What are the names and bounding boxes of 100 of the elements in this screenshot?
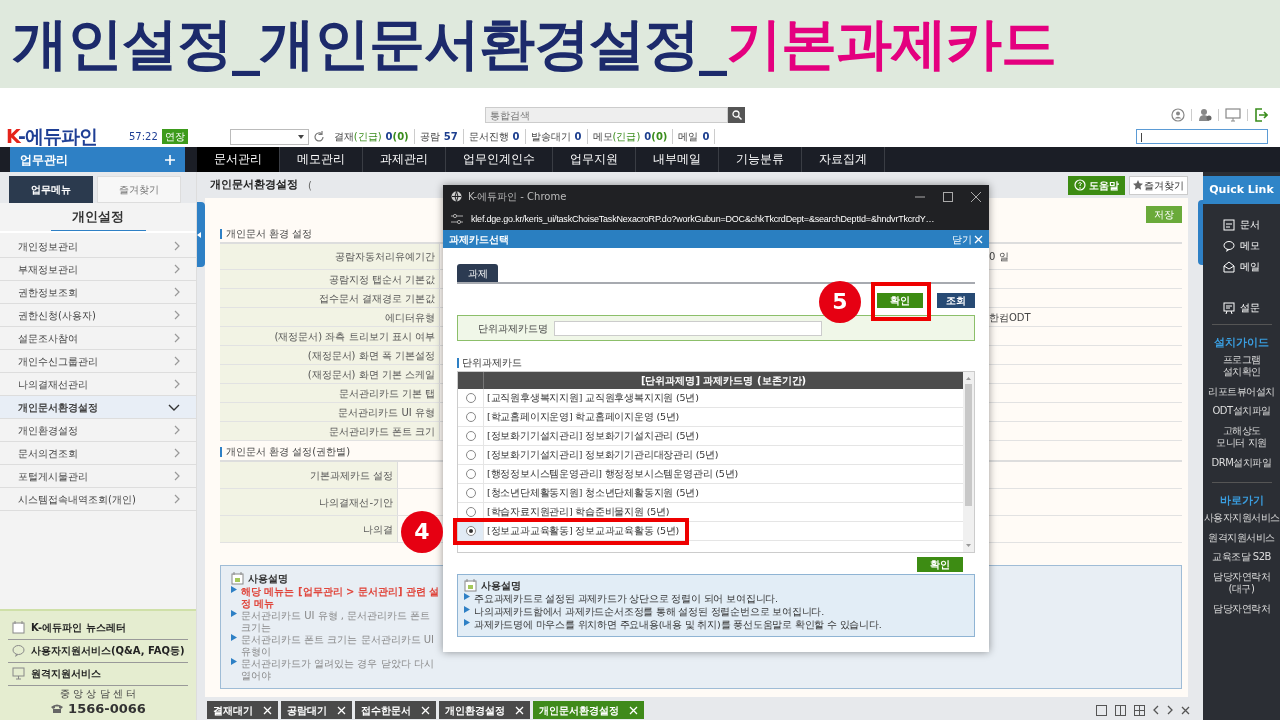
quick-link-item[interactable]: 설문 bbox=[1223, 297, 1260, 318]
split-pane-icon[interactable] bbox=[1115, 704, 1126, 716]
counter-value[interactable]: 0(0) bbox=[644, 131, 668, 142]
bottom-tab[interactable]: 결재대기 bbox=[207, 701, 278, 719]
field-label: 에디터유형 bbox=[220, 308, 440, 326]
radio-button[interactable] bbox=[465, 393, 476, 403]
refresh-icon[interactable] bbox=[312, 130, 325, 143]
usage-text: 해당 메뉴는 [업무관리 > 문서관리] 관련 설정 메뉴 bbox=[241, 586, 441, 610]
user-settings-icon[interactable] bbox=[1198, 108, 1212, 122]
sidebar-item[interactable]: 권한정보조회 bbox=[0, 281, 196, 304]
radio-button[interactable] bbox=[465, 469, 476, 479]
bottom-tab[interactable]: 접수한문서 bbox=[355, 701, 436, 719]
sidebar-link[interactable]: 원격지원서비스 bbox=[8, 662, 188, 686]
table-cell-text: [청소년단체활동지원] 청소년단체활동지원 (5년) bbox=[486, 485, 699, 500]
field-label: 나의결 bbox=[220, 516, 398, 542]
quick-link-item[interactable]: 담당자연락처 bbox=[1213, 602, 1270, 615]
text-input[interactable]: | bbox=[1136, 129, 1268, 144]
sidebar-item[interactable]: 개인정보관리 bbox=[0, 235, 196, 258]
sidebar-item[interactable]: 개인수신그룹관리 bbox=[0, 350, 196, 373]
counter-label[interactable]: 메일 bbox=[678, 131, 699, 142]
radio-button[interactable] bbox=[465, 450, 476, 460]
close-icon[interactable] bbox=[971, 191, 981, 202]
quick-link-item[interactable]: 프로그램 설치확인 bbox=[1222, 353, 1261, 379]
usage-text: 과제카드명에 마우스를 위치하면 주요내용(내용 및 취지)를 풍선도움말로 확인할 수 있습니다. bbox=[474, 618, 882, 632]
sidebar-link[interactable]: K-에듀파인 뉴스레터 bbox=[8, 616, 188, 640]
counter-label[interactable]: 공람 bbox=[419, 131, 440, 142]
counter-label[interactable]: 메모(긴급) bbox=[592, 131, 641, 142]
quick-link-item[interactable]: 메모 bbox=[1223, 235, 1260, 256]
sidebar-item[interactable]: 개인문서환경설정 bbox=[0, 396, 196, 419]
counter-value[interactable]: 57 bbox=[443, 131, 458, 142]
dialog-tab[interactable]: 과제 bbox=[457, 264, 498, 282]
user-search-icon[interactable] bbox=[1171, 108, 1185, 122]
quick-link-item[interactable]: 담당자연락처 (대구) bbox=[1213, 570, 1270, 596]
sidebar-item[interactable]: 부재정보관리 bbox=[0, 258, 196, 281]
quick-link-item[interactable]: 메일 bbox=[1223, 256, 1260, 277]
quick-link-item[interactable]: 고해상도 모니터 지원 bbox=[1216, 424, 1267, 450]
sidebar-link[interactable]: 사용자지원서비스(Q&A, FAQ등) bbox=[8, 639, 188, 663]
radio-button[interactable] bbox=[465, 488, 476, 498]
sidebar-item[interactable]: 시스템접속내역조회(개인) bbox=[0, 488, 196, 511]
table-cell-text: [교직원후생복지지원] 교직원후생복지지원 (5년) bbox=[486, 390, 699, 405]
counter-label[interactable]: 결재(긴급) bbox=[333, 131, 382, 142]
counter-value[interactable]: 0 bbox=[512, 131, 520, 142]
quick-link-item[interactable]: 문서 bbox=[1223, 214, 1260, 235]
sidebar-item[interactable]: 권한신청(사용자) bbox=[0, 304, 196, 327]
radio-button[interactable] bbox=[465, 507, 476, 517]
sidebar-item[interactable]: 문서의견조회 bbox=[0, 442, 196, 465]
arrow-left-icon[interactable] bbox=[1153, 705, 1159, 715]
counter-value[interactable]: 0(0) bbox=[385, 131, 409, 142]
counter-value[interactable]: 0 bbox=[574, 131, 582, 142]
menu-button[interactable]: 업무관리 bbox=[10, 147, 185, 172]
maximize-icon[interactable] bbox=[943, 191, 953, 202]
monitor-icon[interactable] bbox=[1225, 108, 1241, 122]
grid-icon[interactable] bbox=[1134, 704, 1145, 716]
bottom-tab[interactable]: 개인환경설정 bbox=[439, 701, 530, 719]
search-field[interactable]: 통합검색 bbox=[485, 107, 728, 123]
bottom-tab[interactable]: 공람대기 bbox=[281, 701, 352, 719]
quick-link-item[interactable]: 리포트뷰어설치 bbox=[1208, 385, 1275, 399]
arrow-right-icon[interactable] bbox=[1167, 705, 1173, 715]
logo[interactable]: K-에듀파인 bbox=[6, 127, 97, 146]
nav-menu-item[interactable]: 문서관리 bbox=[197, 147, 280, 172]
favorite-button[interactable]: 즐겨찾기 bbox=[1129, 175, 1188, 195]
collapse-handle[interactable] bbox=[197, 202, 205, 267]
sidebar-tab[interactable]: 업무메뉴 bbox=[9, 176, 93, 203]
radio-button[interactable] bbox=[465, 526, 476, 536]
counter-label[interactable]: 발송대기 bbox=[530, 131, 571, 142]
close-icon[interactable] bbox=[1181, 705, 1190, 715]
field-label: 문서관리카드 기본 탭 bbox=[220, 384, 440, 402]
quick-link-item[interactable]: DRM설치파일 bbox=[1211, 456, 1272, 470]
counter-value[interactable]: 0 bbox=[702, 131, 710, 142]
chevron-right-icon bbox=[173, 287, 180, 297]
text-input[interactable] bbox=[554, 320, 822, 336]
logout-icon[interactable] bbox=[1254, 108, 1268, 122]
sidebar-item[interactable]: 포털게시물관리 bbox=[0, 465, 196, 488]
bottom-tab[interactable]: 개인문서환경설정 bbox=[533, 701, 644, 719]
sidebar-tab[interactable]: 즐겨찾기 bbox=[97, 176, 181, 203]
radio-button[interactable] bbox=[465, 412, 476, 422]
sidebar-item[interactable]: 설문조사참여 bbox=[0, 327, 196, 350]
sidebar-item[interactable]: 개인환경설정 bbox=[0, 419, 196, 442]
usage-text: 주요과제카드로 설정된 과제카드가 상단으로 정렬이 되어 보여집니다. bbox=[474, 593, 778, 606]
site-settings-icon[interactable] bbox=[451, 214, 463, 224]
radio-button[interactable] bbox=[465, 431, 476, 441]
quick-link-item[interactable]: 교육조달 S2B bbox=[1212, 551, 1271, 564]
search-button[interactable] bbox=[728, 107, 745, 123]
highlight-frame bbox=[871, 282, 931, 321]
field-label: 나의결재선-기안 bbox=[220, 489, 398, 515]
calendar-icon bbox=[231, 572, 244, 585]
extend-badge[interactable]: 연장 bbox=[161, 129, 188, 144]
calendar-icon bbox=[464, 579, 477, 592]
single-pane-icon[interactable] bbox=[1096, 704, 1107, 716]
field-label: 공람자동처리유예기간 bbox=[220, 244, 440, 269]
collapse-handle[interactable] bbox=[1198, 200, 1203, 265]
counter-label[interactable]: 문서진행 bbox=[468, 131, 509, 142]
quick-link-item[interactable]: 사용자지원서비스 bbox=[1203, 512, 1280, 525]
search-button[interactable]: 조회 bbox=[937, 293, 975, 308]
quick-link-item[interactable]: ODT설치파일 bbox=[1212, 405, 1271, 418]
confirm-button[interactable]: 확인 bbox=[877, 293, 923, 308]
confirm-button[interactable]: 확인 bbox=[917, 557, 963, 572]
chevron-right-icon bbox=[173, 425, 180, 435]
help-button[interactable]: 도움말 bbox=[1068, 175, 1125, 195]
quick-link-item[interactable]: 원격지원서비스 bbox=[1208, 531, 1275, 544]
